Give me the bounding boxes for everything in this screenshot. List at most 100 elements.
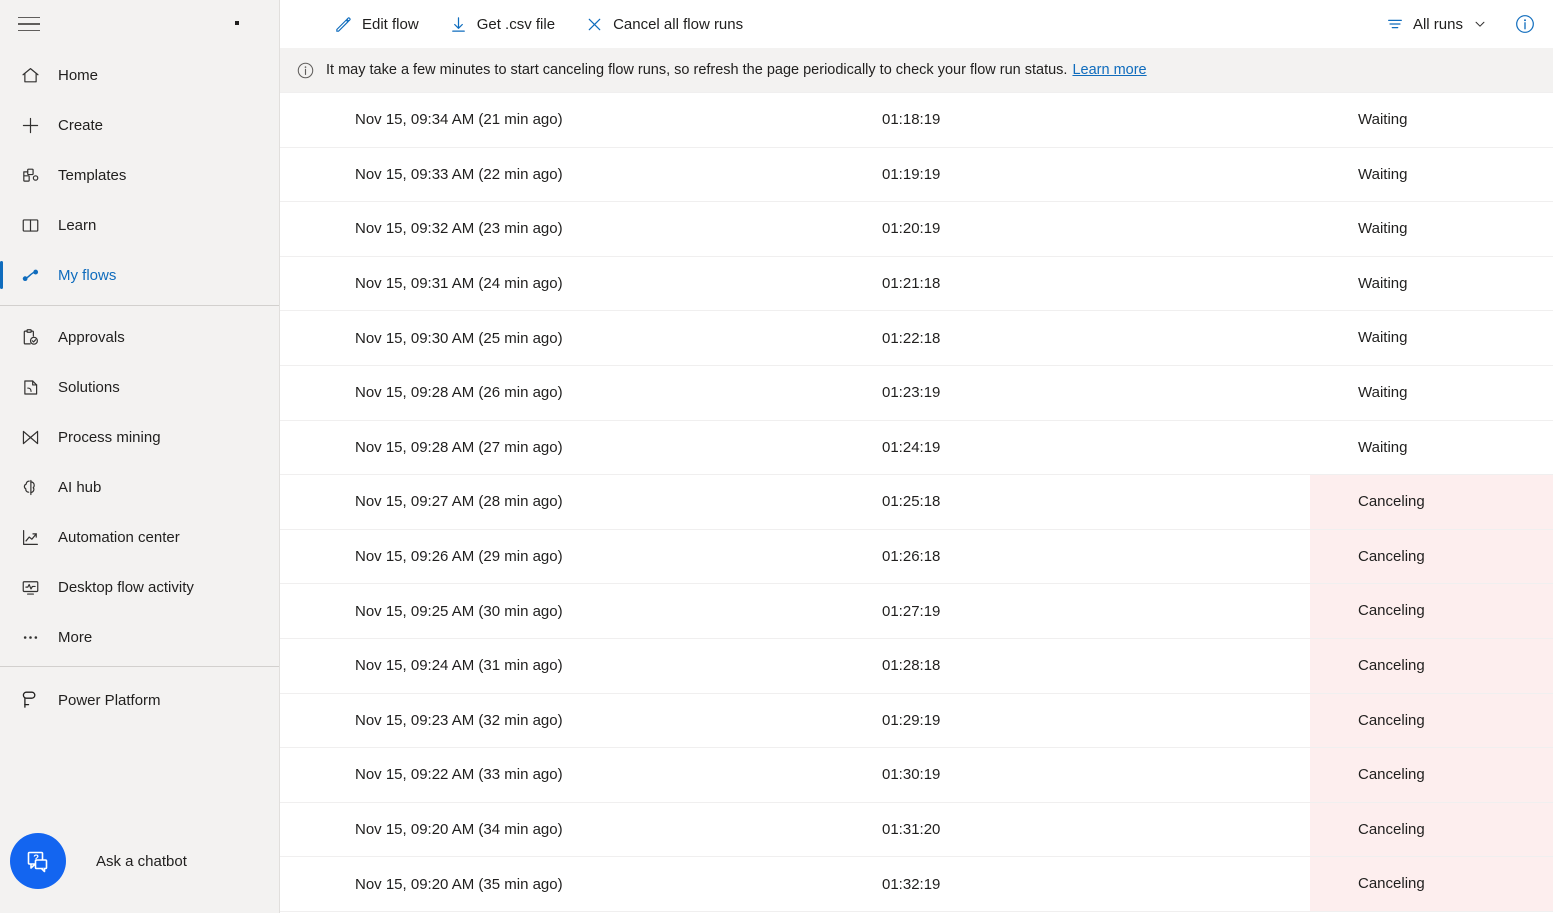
table-row[interactable]: Nov 15, 09:26 AM (29 min ago)01:26:18Can… — [280, 529, 1553, 584]
run-status-cell: Waiting — [1310, 147, 1553, 202]
run-duration-cell: 01:18:19 — [880, 93, 1310, 148]
sidebar-item-my-flows[interactable]: My flows — [0, 250, 279, 300]
table-row[interactable]: Nov 15, 09:20 AM (35 min ago)01:32:19Can… — [280, 857, 1553, 912]
sidebar-divider-1 — [0, 305, 279, 306]
run-start-cell: Nov 15, 09:34 AM (21 min ago) — [280, 93, 880, 148]
table-row[interactable]: Nov 15, 09:28 AM (26 min ago)01:23:19Wai… — [280, 365, 1553, 420]
run-status-cell: Canceling — [1310, 802, 1553, 857]
run-start-cell: Nov 15, 09:20 AM (34 min ago) — [280, 802, 880, 857]
table-row[interactable]: Nov 15, 09:24 AM (31 min ago)01:28:18Can… — [280, 638, 1553, 693]
sidebar-item-automation-center[interactable]: Automation center — [0, 512, 279, 562]
sidebar-item-label: More — [58, 629, 92, 646]
info-button[interactable] — [1507, 6, 1543, 42]
status-badge: Waiting — [1310, 257, 1553, 311]
status-badge: Waiting — [1310, 421, 1553, 475]
sidebar-item-label: My flows — [58, 267, 116, 284]
sidebar-item-home[interactable]: Home — [0, 50, 279, 100]
run-duration-cell: 01:24:19 — [880, 420, 1310, 475]
chatbot-label: Ask a chatbot — [96, 853, 187, 870]
power-platform-icon — [12, 686, 48, 714]
sidebar-item-label: Process mining — [58, 429, 161, 446]
table-row[interactable]: Nov 15, 09:34 AM (21 min ago)01:18:19Wai… — [280, 93, 1553, 148]
run-duration-cell: 01:27:19 — [880, 584, 1310, 639]
status-badge: Waiting — [1310, 148, 1553, 202]
sidebar-item-create[interactable]: Create — [0, 100, 279, 150]
templates-icon — [12, 161, 48, 189]
flow-runs-table: Nov 15, 09:34 AM (21 min ago)01:18:19Wai… — [280, 92, 1553, 912]
sidebar-item-more[interactable]: More — [0, 612, 279, 662]
run-status-cell: Waiting — [1310, 256, 1553, 311]
chat-question-icon[interactable]: ? — [10, 833, 66, 889]
table-row[interactable]: Nov 15, 09:20 AM (34 min ago)01:31:20Can… — [280, 802, 1553, 857]
run-start-cell: Nov 15, 09:25 AM (30 min ago) — [280, 584, 880, 639]
table-row[interactable]: Nov 15, 09:28 AM (27 min ago)01:24:19Wai… — [280, 420, 1553, 475]
run-status-cell: Waiting — [1310, 365, 1553, 420]
run-duration-cell: 01:23:19 — [880, 365, 1310, 420]
run-duration-cell: 01:28:18 — [880, 638, 1310, 693]
status-badge: Canceling — [1310, 748, 1553, 802]
run-duration-cell: 01:25:18 — [880, 475, 1310, 530]
power-automate-flow-runs-page: Home Create Templates Learn My flows Approva… — [0, 0, 1553, 913]
command-bar: Edit flow Get .csv file Cancel all — [280, 0, 1553, 48]
sidebar-item-process-mining[interactable]: Process mining — [0, 412, 279, 462]
run-status-cell: Canceling — [1310, 748, 1553, 803]
approvals-clipboard-icon — [12, 323, 48, 351]
run-status-cell: Canceling — [1310, 638, 1553, 693]
run-status-cell: Waiting — [1310, 311, 1553, 366]
status-badge: Canceling — [1310, 803, 1553, 857]
run-start-cell: Nov 15, 09:28 AM (26 min ago) — [280, 365, 880, 420]
sidebar-item-ai-hub[interactable]: AI hub — [0, 462, 279, 512]
table-row[interactable]: Nov 15, 09:33 AM (22 min ago)01:19:19Wai… — [280, 147, 1553, 202]
status-badge: Waiting — [1310, 202, 1553, 256]
run-start-cell: Nov 15, 09:30 AM (25 min ago) — [280, 311, 880, 366]
table-row[interactable]: Nov 15, 09:27 AM (28 min ago)01:25:18Can… — [280, 475, 1553, 530]
get-csv-file-button[interactable]: Get .csv file — [439, 7, 565, 41]
sidebar-footer-group: Power Platform — [0, 673, 279, 725]
sidebar-item-learn[interactable]: Learn — [0, 200, 279, 250]
table-row[interactable]: Nov 15, 09:23 AM (32 min ago)01:29:19Can… — [280, 693, 1553, 748]
sidebar-item-power-platform[interactable]: Power Platform — [0, 675, 279, 725]
sidebar-item-templates[interactable]: Templates — [0, 150, 279, 200]
hamburger-menu-icon[interactable] — [8, 3, 50, 45]
run-status-cell: Waiting — [1310, 202, 1553, 257]
run-duration-cell: 01:20:19 — [880, 202, 1310, 257]
sidebar-item-label: Desktop flow activity — [58, 579, 194, 596]
sidebar-item-label: Approvals — [58, 329, 125, 346]
run-duration-cell: 01:30:19 — [880, 748, 1310, 803]
edit-flow-button[interactable]: Edit flow — [324, 7, 429, 41]
sidebar-item-label: Learn — [58, 217, 96, 234]
run-start-cell: Nov 15, 09:27 AM (28 min ago) — [280, 475, 880, 530]
run-status-cell: Canceling — [1310, 693, 1553, 748]
svg-text:?: ? — [33, 853, 39, 864]
table-row[interactable]: Nov 15, 09:22 AM (33 min ago)01:30:19Can… — [280, 748, 1553, 803]
table-row[interactable]: Nov 15, 09:32 AM (23 min ago)01:20:19Wai… — [280, 202, 1553, 257]
run-status-cell: Canceling — [1310, 584, 1553, 639]
pencil-icon — [334, 15, 353, 34]
run-duration-cell: 01:29:19 — [880, 693, 1310, 748]
run-duration-cell: 01:22:18 — [880, 311, 1310, 366]
sidebar-item-approvals[interactable]: Approvals — [0, 312, 279, 362]
automation-chart-icon — [12, 523, 48, 551]
table-row[interactable]: Nov 15, 09:31 AM (24 min ago)01:21:18Wai… — [280, 256, 1553, 311]
sidebar-item-label: Power Platform — [58, 692, 161, 709]
run-start-cell: Nov 15, 09:20 AM (35 min ago) — [280, 857, 880, 912]
pin-dot-indicator — [235, 21, 239, 25]
flow-icon — [12, 261, 48, 289]
download-arrow-icon — [449, 15, 468, 34]
table-row[interactable]: Nov 15, 09:30 AM (25 min ago)01:22:18Wai… — [280, 311, 1553, 366]
left-navigation-sidebar: Home Create Templates Learn My flows Approva… — [0, 0, 280, 913]
chatbot-launcher[interactable]: ? Ask a chatbot — [0, 809, 280, 913]
table-row[interactable]: Nov 15, 09:25 AM (30 min ago)01:27:19Can… — [280, 584, 1553, 639]
sidebar-item-desktop-flow-activity[interactable]: Desktop flow activity — [0, 562, 279, 612]
all-runs-filter-button[interactable]: All runs — [1378, 7, 1495, 41]
sidebar-item-solutions[interactable]: Solutions — [0, 362, 279, 412]
status-badge: Canceling — [1310, 639, 1553, 693]
status-badge: Waiting — [1310, 93, 1553, 147]
sidebar-item-label: Home — [58, 67, 98, 84]
status-badge: Canceling — [1310, 475, 1553, 529]
run-duration-cell: 01:21:18 — [880, 256, 1310, 311]
sidebar-item-label: Templates — [58, 167, 126, 184]
learn-more-link[interactable]: Learn more — [1072, 62, 1146, 78]
sidebar-secondary-group: Approvals Solutions Process mining AI hubAu… — [0, 310, 279, 662]
cancel-all-flow-runs-button[interactable]: Cancel all flow runs — [575, 7, 753, 41]
